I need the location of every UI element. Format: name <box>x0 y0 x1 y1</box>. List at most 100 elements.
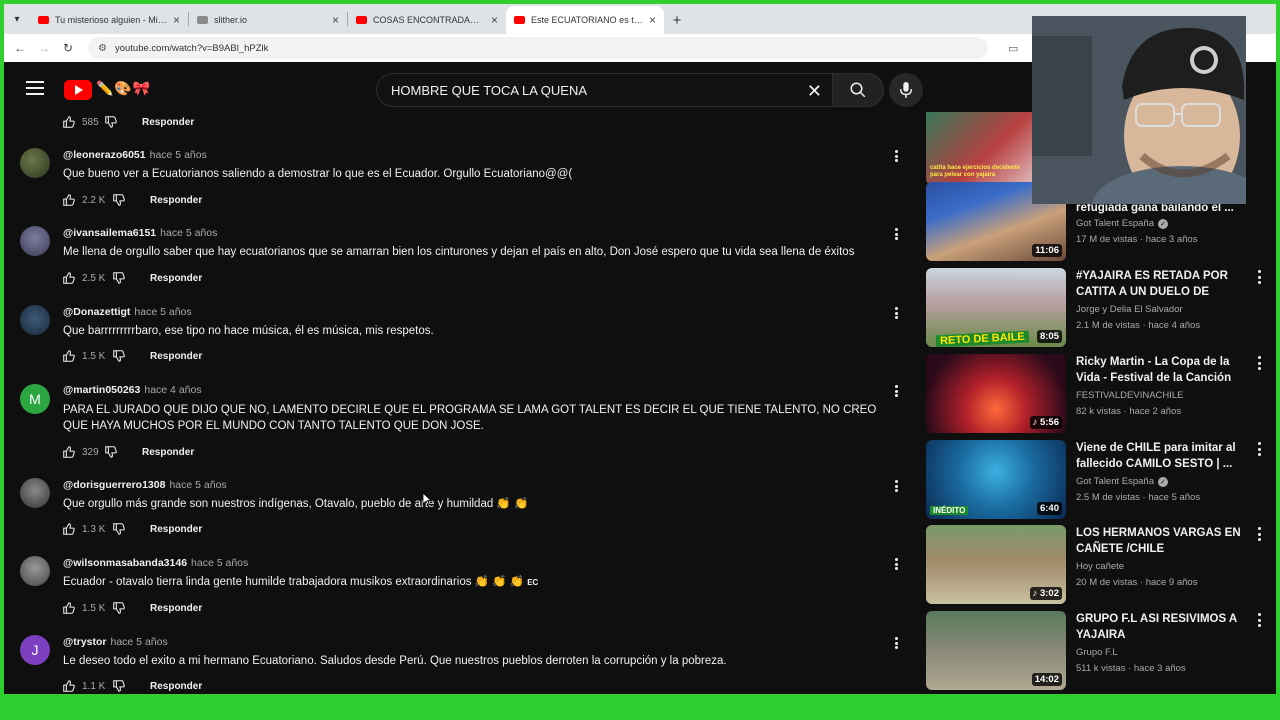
comment-author[interactable]: @trystor <box>63 636 107 648</box>
dislike-icon[interactable] <box>112 193 126 207</box>
comment-author[interactable]: @Donazettigt <box>63 306 130 318</box>
browser-tab-1[interactable]: Tu misterioso alguien - Mirand × <box>30 6 188 34</box>
comment-time[interactable]: hace 5 años <box>169 479 226 491</box>
comment-time[interactable]: hace 5 años <box>191 557 248 569</box>
video-channel[interactable]: Grupo F.L <box>1076 647 1118 658</box>
video-thumbnail[interactable]: 14:02 <box>926 611 1066 690</box>
more-options-icon[interactable] <box>892 478 900 494</box>
avatar[interactable] <box>20 305 50 335</box>
avatar[interactable] <box>20 556 50 586</box>
avatar[interactable] <box>20 478 50 508</box>
clear-search-icon[interactable]: ✕ <box>807 81 822 102</box>
reply-button[interactable]: Responder <box>150 195 202 206</box>
doodle-icon[interactable]: ✏️🎨🎀 <box>96 80 151 97</box>
dislike-icon[interactable] <box>112 601 126 615</box>
reply-button[interactable]: Responder <box>150 524 202 535</box>
comment-time[interactable]: hace 5 años <box>111 636 168 648</box>
youtube-logo[interactable] <box>64 80 92 100</box>
comment-time[interactable]: hace 5 años <box>160 227 217 239</box>
dislike-icon[interactable] <box>104 115 118 129</box>
search-button[interactable] <box>832 73 884 107</box>
comment-author[interactable]: @wilsonmasabanda3146 <box>63 557 187 569</box>
avatar[interactable] <box>20 226 50 256</box>
video-thumbnail[interactable]: INÉDITO 6:40 <box>926 440 1066 519</box>
like-icon[interactable] <box>62 349 76 363</box>
browser-tab-2[interactable]: slither.io × <box>189 6 347 34</box>
comment-time[interactable]: hace 5 años <box>150 149 207 161</box>
video-thumbnail[interactable]: ♪ 3:02 <box>926 525 1066 604</box>
forward-arrow-icon[interactable]: → <box>34 38 54 58</box>
video-title[interactable]: LOS HERMANOS VARGAS EN CAÑETE /CHILE <box>1076 525 1246 557</box>
close-icon[interactable]: × <box>491 13 498 27</box>
related-video[interactable]: 14:02 GRUPO F.L ASI RESIVIMOS A YAJAIRA … <box>926 611 1266 691</box>
video-channel[interactable]: Hoy cañete <box>1076 561 1124 572</box>
comment-author[interactable]: @martin050263 <box>63 384 140 396</box>
reply-button[interactable]: Responder <box>150 351 202 362</box>
close-icon[interactable]: × <box>173 13 180 27</box>
dislike-icon[interactable] <box>112 271 126 285</box>
reply-button[interactable]: Responder <box>150 273 202 284</box>
like-icon[interactable] <box>62 679 76 693</box>
more-options-icon[interactable] <box>1256 527 1262 541</box>
comment-author[interactable]: @ivansailema6151 <box>63 227 156 239</box>
reply-button[interactable]: Responder <box>142 117 194 128</box>
like-icon[interactable] <box>62 522 76 536</box>
more-options-icon[interactable] <box>892 556 900 572</box>
video-title[interactable]: GRUPO F.L ASI RESIVIMOS A YAJAIRA <box>1076 611 1246 643</box>
reply-button[interactable]: Responder <box>150 603 202 614</box>
video-channel[interactable]: Jorge y Delia El Salvador <box>1076 304 1183 315</box>
reply-button[interactable]: Responder <box>142 447 194 458</box>
comment-time[interactable]: hace 5 años <box>134 306 191 318</box>
comment-author[interactable]: @dorisguerrero1308 <box>63 479 165 491</box>
video-thumbnail[interactable]: RETO DE BAILE 8:05 <box>926 268 1066 347</box>
like-icon[interactable] <box>62 271 76 285</box>
cast-icon[interactable]: ▭ <box>1008 42 1018 55</box>
site-info-icon[interactable]: ⚙ <box>98 43 107 54</box>
menu-icon[interactable] <box>26 81 44 95</box>
dislike-icon[interactable] <box>112 679 126 693</box>
back-arrow-icon[interactable]: ← <box>10 38 30 58</box>
like-icon[interactable] <box>62 193 76 207</box>
video-title[interactable]: #YAJAIRA ES RETADA POR CATITA A UN DUELO… <box>1076 268 1246 300</box>
more-options-icon[interactable] <box>892 305 900 321</box>
like-icon[interactable] <box>62 115 76 129</box>
like-icon[interactable] <box>62 601 76 615</box>
dislike-icon[interactable] <box>104 445 118 459</box>
video-channel[interactable]: Got Talent España ✓ <box>1076 476 1168 487</box>
related-video[interactable]: INÉDITO 6:40 Viene de CHILE para imitar … <box>926 440 1266 520</box>
more-options-icon[interactable] <box>892 148 900 164</box>
browser-tab-3[interactable]: COSAS ENCONTRADAS EN EL C × <box>348 6 506 34</box>
more-options-icon[interactable] <box>1256 270 1262 284</box>
video-thumbnail[interactable]: ♪ 5:56 <box>926 354 1066 433</box>
video-title[interactable]: Ricky Martin - La Copa de la Vida - Fest… <box>1076 354 1246 386</box>
avatar[interactable]: M <box>20 384 50 414</box>
comment-author[interactable]: @leonerazo6051 <box>63 149 146 161</box>
voice-search-button[interactable] <box>889 73 923 107</box>
close-icon[interactable]: × <box>649 13 656 27</box>
reload-icon[interactable]: ↻ <box>58 38 78 58</box>
related-video[interactable]: ♪ 3:02 LOS HERMANOS VARGAS EN CAÑETE /CH… <box>926 525 1266 605</box>
avatar[interactable]: J <box>20 635 50 665</box>
related-video[interactable]: ♪ 5:56 Ricky Martin - La Copa de la Vida… <box>926 354 1266 434</box>
video-title[interactable]: Viene de CHILE para imitar al fallecido … <box>1076 440 1246 472</box>
more-options-icon[interactable] <box>892 383 900 399</box>
reply-button[interactable]: Responder <box>150 681 202 692</box>
video-channel[interactable]: Got Talent España ✓ <box>1076 218 1168 229</box>
video-channel[interactable]: FESTIVALDEVINACHILE <box>1076 390 1184 401</box>
close-icon[interactable]: × <box>332 13 339 27</box>
more-options-icon[interactable] <box>1256 613 1262 627</box>
more-options-icon[interactable] <box>1256 442 1262 456</box>
browser-tab-4[interactable]: Este ECUATORIANO es todo un × <box>506 6 664 34</box>
more-options-icon[interactable] <box>892 226 900 242</box>
more-options-icon[interactable] <box>1256 356 1262 370</box>
avatar[interactable] <box>20 148 50 178</box>
like-icon[interactable] <box>62 445 76 459</box>
address-bar[interactable]: ⚙ youtube.com/watch?v=B9ABl_hPZlk <box>88 37 988 59</box>
more-options-icon[interactable] <box>892 635 900 651</box>
new-tab-button[interactable]: + <box>664 6 690 34</box>
comment-time[interactable]: hace 4 años <box>144 384 201 396</box>
dislike-icon[interactable] <box>112 522 126 536</box>
related-video[interactable]: RETO DE BAILE 8:05 #YAJAIRA ES RETADA PO… <box>926 268 1266 348</box>
dislike-icon[interactable] <box>112 349 126 363</box>
search-input[interactable]: HOMBRE QUE TOCA LA QUENA ✕ <box>376 73 832 107</box>
